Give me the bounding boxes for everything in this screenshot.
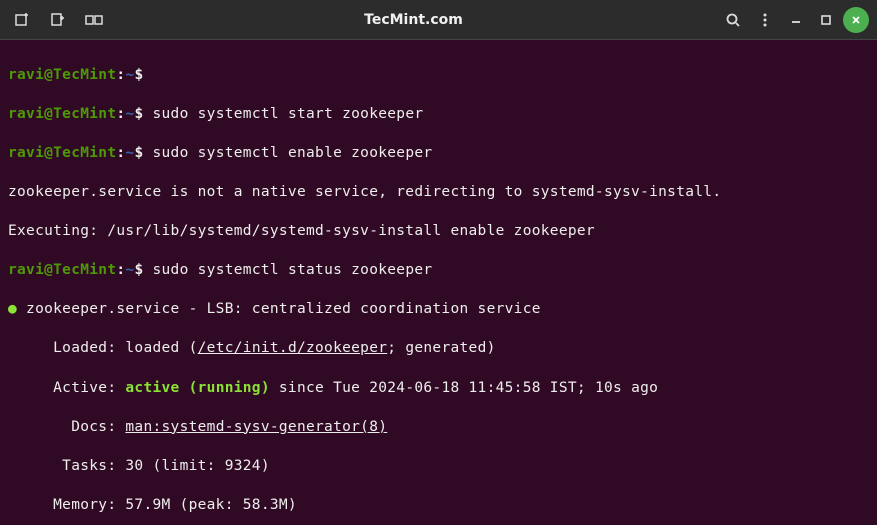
status-docs: Docs: man:systemd-sysv-generator(8) xyxy=(8,418,869,438)
maximize-button[interactable] xyxy=(813,7,839,33)
command-start: sudo systemctl start zookeeper xyxy=(153,106,424,122)
titlebar-left xyxy=(8,6,108,34)
status-memory: Memory: 57.9M (peak: 58.3M) xyxy=(8,496,869,516)
prompt-line: ravi@TecMint:~$ xyxy=(8,66,869,86)
search-icon[interactable] xyxy=(719,6,747,34)
new-tab-icon[interactable] xyxy=(8,6,36,34)
prompt-line: ravi@TecMint:~$ sudo systemctl status zo… xyxy=(8,261,869,281)
new-window-icon[interactable] xyxy=(44,6,72,34)
status-active: Active: active (running) since Tue 2024-… xyxy=(8,379,869,399)
command-status: sudo systemctl status zookeeper xyxy=(153,262,433,278)
output-executing: Executing: /usr/lib/systemd/systemd-sysv… xyxy=(8,222,869,242)
status-loaded: Loaded: loaded (/etc/init.d/zookeeper; g… xyxy=(8,339,869,359)
docs-link: man:systemd-sysv-generator(8) xyxy=(125,419,387,435)
status-header: ● zookeeper.service - LSB: centralized c… xyxy=(8,300,869,320)
terminal-body[interactable]: ravi@TecMint:~$ ravi@TecMint:~$ sudo sys… xyxy=(0,40,877,525)
titlebar: TecMint.com xyxy=(0,0,877,40)
prompt-line: ravi@TecMint:~$ sudo systemctl start zoo… xyxy=(8,105,869,125)
titlebar-right xyxy=(719,6,869,34)
minimize-button[interactable] xyxy=(783,7,809,33)
prompt-line: ravi@TecMint:~$ sudo systemctl enable zo… xyxy=(8,144,869,164)
close-button[interactable] xyxy=(843,7,869,33)
overview-icon[interactable] xyxy=(80,6,108,34)
status-tasks: Tasks: 30 (limit: 9324) xyxy=(8,457,869,477)
loaded-link: /etc/init.d/zookeeper xyxy=(198,340,388,356)
menu-icon[interactable] xyxy=(751,6,779,34)
command-enable: sudo systemctl enable zookeeper xyxy=(153,145,433,161)
window-title: TecMint.com xyxy=(114,12,713,28)
status-dot-icon: ● xyxy=(8,301,17,317)
prompt-user: ravi xyxy=(8,67,44,83)
output-redirect: zookeeper.service is not a native servic… xyxy=(8,183,869,203)
